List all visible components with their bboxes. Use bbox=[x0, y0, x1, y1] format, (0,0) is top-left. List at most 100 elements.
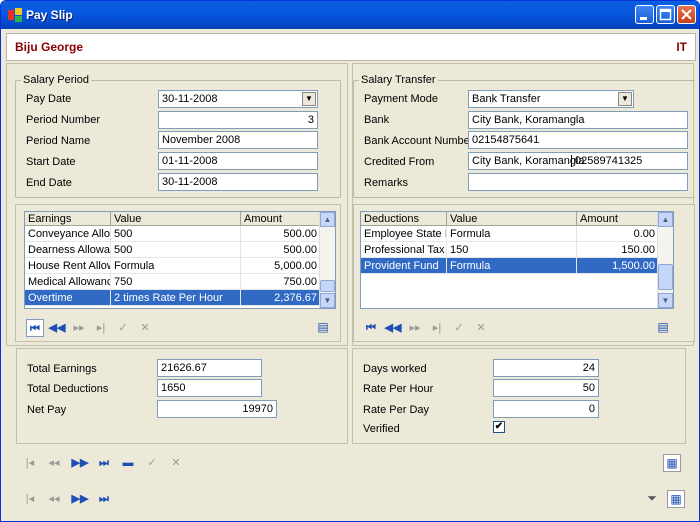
cancel-icon[interactable]: ✕ bbox=[136, 319, 154, 337]
minimize-button[interactable] bbox=[635, 5, 654, 24]
table-row[interactable]: Dearness Allowance 500 500.00 bbox=[25, 242, 321, 258]
scroll-up-icon[interactable]: ▲ bbox=[658, 212, 673, 227]
close-button[interactable] bbox=[677, 5, 696, 24]
bank-account-field[interactable]: 02154875641 bbox=[468, 131, 688, 149]
deductions-scrollbar[interactable]: ▲ ▼ bbox=[657, 212, 673, 308]
previous-record-icon[interactable]: ◂◂ bbox=[45, 454, 63, 472]
deduction-value: 150 bbox=[447, 242, 577, 257]
days-worked-label: Days worked bbox=[363, 363, 427, 375]
period-number-field[interactable]: 3 bbox=[158, 111, 318, 129]
table-row[interactable]: Professional Tax 150 150.00 bbox=[361, 242, 659, 258]
accept-icon[interactable]: ✓ bbox=[114, 319, 132, 337]
delete-icon[interactable]: ▬ bbox=[119, 454, 137, 472]
title-bar[interactable]: Pay Slip bbox=[1, 1, 699, 29]
table-row[interactable]: Conveyance Allowar 500 500.00 bbox=[25, 226, 321, 242]
earning-amount: 750.00 bbox=[241, 274, 321, 289]
last-record-icon[interactable]: ⏭ bbox=[95, 454, 113, 472]
scroll-thumb[interactable] bbox=[658, 264, 673, 290]
deduction-amount: 150.00 bbox=[577, 242, 659, 257]
pay-date-dropdown[interactable]: 30-11-2008 ▼ bbox=[158, 90, 318, 108]
credited-from-account: 02589741325 bbox=[571, 155, 642, 167]
window-title: Pay Slip bbox=[26, 8, 73, 22]
chevron-down-icon[interactable]: ▼ bbox=[618, 92, 632, 106]
maximize-icon bbox=[659, 8, 672, 21]
remarks-label: Remarks bbox=[364, 177, 409, 189]
salary-period-legend: Salary Period bbox=[21, 74, 92, 86]
end-date-field[interactable]: 30-11-2008 bbox=[158, 173, 318, 191]
bank-label: Bank bbox=[364, 114, 390, 126]
previous-record-icon[interactable]: ◀◀ bbox=[48, 319, 66, 337]
first-record-icon[interactable]: ⏮ bbox=[362, 319, 380, 337]
earnings-section: Earnings Value Amount Conveyance Allowar… bbox=[15, 204, 341, 342]
rate-per-hour-field[interactable]: 50 bbox=[493, 379, 599, 397]
grid-view-icon[interactable]: ▤ bbox=[314, 319, 332, 337]
earnings-header-amount[interactable]: Amount bbox=[241, 212, 321, 226]
first-record-icon[interactable]: |◂ bbox=[21, 490, 39, 508]
bank-field[interactable]: City Bank, Koramangla bbox=[468, 111, 688, 129]
next-record-icon[interactable]: ▸▸ bbox=[70, 319, 88, 337]
deductions-header-value[interactable]: Value bbox=[447, 212, 577, 226]
deductions-grid[interactable]: Deductions Value Amount Employee State I… bbox=[360, 211, 674, 309]
grid-view-icon[interactable]: ▦ bbox=[667, 490, 685, 508]
chevron-down-icon[interactable]: ▼ bbox=[302, 92, 316, 106]
start-date-field[interactable]: 01-11-2008 bbox=[158, 152, 318, 170]
period-name-field[interactable]: November 2008 bbox=[158, 131, 318, 149]
rate-per-hour-label: Rate Per Hour bbox=[363, 383, 434, 395]
scroll-thumb[interactable] bbox=[320, 280, 335, 292]
remarks-field[interactable] bbox=[468, 173, 688, 191]
payment-mode-dropdown[interactable]: Bank Transfer ▼ bbox=[468, 90, 634, 108]
deductions-header-name[interactable]: Deductions bbox=[361, 212, 447, 226]
last-record-icon[interactable]: ⏭ bbox=[95, 490, 113, 508]
bank-account-label: Bank Account Number bbox=[364, 135, 474, 147]
days-worked-field[interactable]: 24 bbox=[493, 359, 599, 377]
earning-amount: 500.00 bbox=[241, 242, 321, 257]
earning-amount: 5,000.00 bbox=[241, 258, 321, 273]
previous-record-icon[interactable]: ◀◀ bbox=[384, 319, 402, 337]
maximize-button[interactable] bbox=[656, 5, 675, 24]
table-row[interactable]: House Rent Allowan Formula 5,000.00 bbox=[25, 258, 321, 274]
department: IT bbox=[676, 40, 687, 54]
previous-record-icon[interactable]: ◂◂ bbox=[45, 490, 63, 508]
last-record-icon[interactable]: ▸| bbox=[92, 319, 110, 337]
last-record-icon[interactable]: ▸| bbox=[428, 319, 446, 337]
earnings-header-name[interactable]: Earnings bbox=[25, 212, 111, 226]
table-row-selected[interactable]: Overtime 2 times Rate Per Hour 2,376.67 bbox=[25, 290, 321, 306]
cancel-icon[interactable]: ✕ bbox=[167, 454, 185, 472]
table-row[interactable]: Employee State Insu Formula 0.00 bbox=[361, 226, 659, 242]
cancel-icon[interactable]: ✕ bbox=[472, 319, 490, 337]
filter-icon[interactable]: ⏷ bbox=[643, 490, 661, 508]
earnings-navigator: ⏮ ◀◀ ▸▸ ▸| ✓ ✕ ▤ bbox=[24, 319, 336, 337]
earnings-header-value[interactable]: Value bbox=[111, 212, 241, 226]
next-record-icon[interactable]: ▶▶ bbox=[71, 490, 89, 508]
scroll-down-icon[interactable]: ▼ bbox=[658, 293, 673, 308]
employee-header: Biju George IT bbox=[6, 33, 696, 61]
deductions-navigator: ⏮ ◀◀ ▸▸ ▸| ✓ ✕ ▤ bbox=[360, 319, 674, 337]
scroll-up-icon[interactable]: ▲ bbox=[320, 212, 335, 227]
accept-icon[interactable]: ✓ bbox=[450, 319, 468, 337]
total-earnings-field[interactable]: 21626.67 bbox=[157, 359, 262, 377]
grid-view-icon[interactable]: ▤ bbox=[654, 319, 672, 337]
deductions-header-amount[interactable]: Amount bbox=[577, 212, 659, 226]
next-record-icon[interactable]: ▸▸ bbox=[406, 319, 424, 337]
salary-transfer-legend: Salary Transfer bbox=[359, 74, 438, 86]
earnings-scrollbar[interactable]: ▲ ▼ bbox=[319, 212, 335, 308]
first-record-icon[interactable]: |◂ bbox=[21, 454, 39, 472]
next-record-icon[interactable]: ▶▶ bbox=[71, 454, 89, 472]
accept-icon[interactable]: ✓ bbox=[143, 454, 161, 472]
minimize-icon bbox=[640, 17, 647, 20]
scroll-down-icon[interactable]: ▼ bbox=[320, 293, 335, 308]
period-number-label: Period Number bbox=[26, 114, 100, 126]
verified-checkbox[interactable]: ✔ bbox=[493, 421, 505, 433]
close-icon bbox=[681, 9, 692, 20]
total-deductions-field[interactable]: 1650 bbox=[157, 379, 262, 397]
credited-from-field[interactable]: City Bank, Koramangla 02589741325 bbox=[468, 152, 688, 170]
earning-value: 750 bbox=[111, 274, 241, 289]
table-row[interactable]: Medical Allowance 750 750.00 bbox=[25, 274, 321, 290]
earnings-grid[interactable]: Earnings Value Amount Conveyance Allowar… bbox=[24, 211, 336, 309]
grid-view-icon[interactable]: ▦ bbox=[663, 454, 681, 472]
table-row-selected[interactable]: Provident Fund Formula 1,500.00 bbox=[361, 258, 659, 274]
rate-per-day-field[interactable]: 0 bbox=[493, 400, 599, 418]
employee-name: Biju George bbox=[15, 40, 84, 54]
first-record-icon[interactable]: ⏮ bbox=[26, 319, 44, 337]
net-pay-field[interactable]: 19970 bbox=[157, 400, 277, 418]
